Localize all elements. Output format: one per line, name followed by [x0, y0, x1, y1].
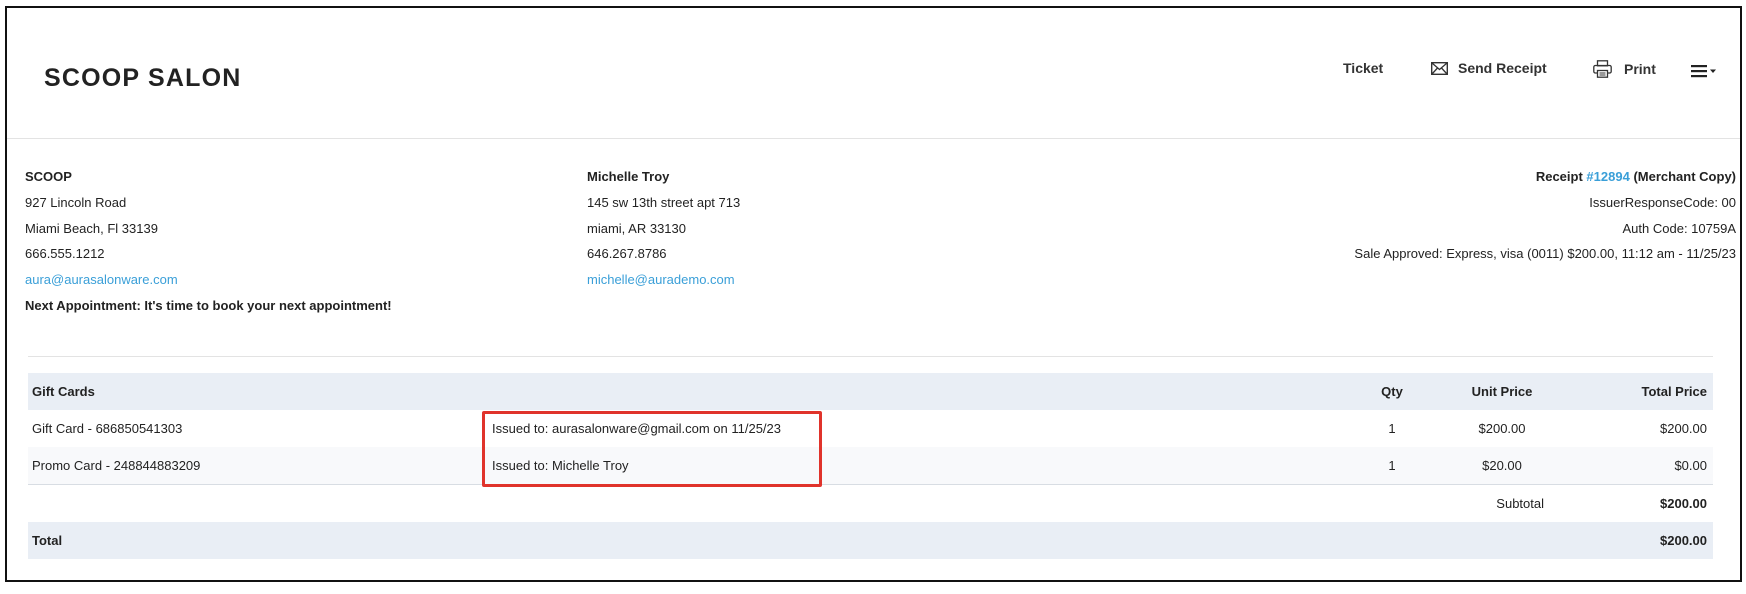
sale-approved: Sale Approved: Express, visa (0011) $200…: [1354, 246, 1736, 262]
column-header-unit-price: Unit Price: [1471, 384, 1533, 399]
column-header-total-price: Total Price: [1641, 384, 1707, 399]
item-qty: 1: [1388, 458, 1396, 473]
customer-name: Michelle Troy: [587, 169, 670, 184]
merchant-phone: 666.555.1212: [25, 246, 105, 262]
receipt-title: Receipt #12894 (Merchant Copy): [1354, 164, 1736, 190]
column-header-qty: Qty: [1381, 384, 1403, 399]
send-receipt-label: Send Receipt: [1458, 60, 1547, 76]
receipt-info: Receipt #12894 (Merchant Copy) IssuerRes…: [1354, 164, 1736, 267]
envelope-icon: [1431, 61, 1448, 75]
salon-logo: SCOOP SALON: [44, 64, 242, 92]
printer-icon: [1593, 60, 1612, 78]
item-note: Issued to: Michelle Troy: [492, 458, 629, 473]
merchant-name: SCOOP: [25, 169, 72, 184]
table-row: Promo Card - 248844883209 Issued to: Mic…: [28, 447, 1713, 485]
merchant-info: SCOOP 927 Lincoln Road Miami Beach, Fl 3…: [25, 164, 392, 319]
merchant-address-line2: Miami Beach, Fl 33139: [25, 220, 158, 236]
menu-button[interactable]: [1691, 64, 1717, 78]
customer-address-line2: miami, AR 33130: [587, 220, 686, 236]
receipt-frame: SCOOP SALON Ticket Send Receipt Print SC…: [5, 6, 1742, 582]
subtotal-value: $200.00: [1660, 496, 1707, 511]
receipt-copy-label: (Merchant Copy): [1633, 169, 1736, 184]
merchant-email-link[interactable]: aura@aurasalonware.com: [25, 267, 392, 293]
merchant-address-line1: 927 Lincoln Road: [25, 194, 127, 210]
item-total-price: $0.00: [1674, 458, 1707, 473]
customer-phone: 646.267.8786: [587, 246, 667, 262]
subtotal-row: Subtotal $200.00: [28, 484, 1713, 523]
page-header: SCOOP SALON Ticket Send Receipt Print: [7, 8, 1740, 139]
print-label: Print: [1624, 61, 1656, 77]
total-value: $200.00: [1660, 533, 1707, 548]
auth-code: Auth Code: 10759A: [1622, 220, 1736, 236]
column-header-item: Gift Cards: [32, 384, 95, 399]
customer-address-line1: 145 sw 13th street apt 713: [587, 194, 741, 210]
issuer-response-code: IssuerResponseCode: 00: [1589, 194, 1736, 210]
item-unit-price: $200.00: [1478, 421, 1526, 436]
total-label: Total: [32, 533, 63, 548]
item-name: Promo Card - 248844883209: [32, 458, 201, 473]
customer-info: Michelle Troy 145 sw 13th street apt 713…: [587, 164, 740, 293]
send-receipt-button[interactable]: Send Receipt: [1431, 60, 1547, 76]
total-row: Total $200.00: [28, 522, 1713, 559]
section-divider: [28, 356, 1713, 357]
items-table: Gift Cards Qty Unit Price Total Price Gi…: [28, 373, 1713, 559]
next-appointment-text: Next Appointment: It's time to book your…: [25, 297, 392, 313]
print-button[interactable]: Print: [1593, 60, 1656, 78]
receipt-number-link[interactable]: #12894: [1586, 169, 1629, 184]
item-qty: 1: [1388, 421, 1396, 436]
table-header-row: Gift Cards Qty Unit Price Total Price: [28, 373, 1713, 410]
item-total-price: $200.00: [1660, 421, 1707, 436]
subtotal-label: Subtotal: [1496, 496, 1544, 511]
column-header-note: [488, 373, 1358, 410]
item-note: Issued to: aurasalonware@gmail.com on 11…: [492, 421, 782, 436]
item-name: Gift Card - 686850541303: [32, 421, 183, 436]
table-row: Gift Card - 686850541303 Issued to: aura…: [28, 410, 1713, 447]
receipt-label: Receipt: [1535, 169, 1583, 184]
ticket-button[interactable]: Ticket: [1343, 60, 1383, 76]
hamburger-menu-icon: [1691, 64, 1717, 78]
ticket-label: Ticket: [1343, 60, 1384, 76]
customer-email-link[interactable]: michelle@aurademo.com: [587, 267, 740, 293]
item-unit-price: $20.00: [1482, 458, 1522, 473]
